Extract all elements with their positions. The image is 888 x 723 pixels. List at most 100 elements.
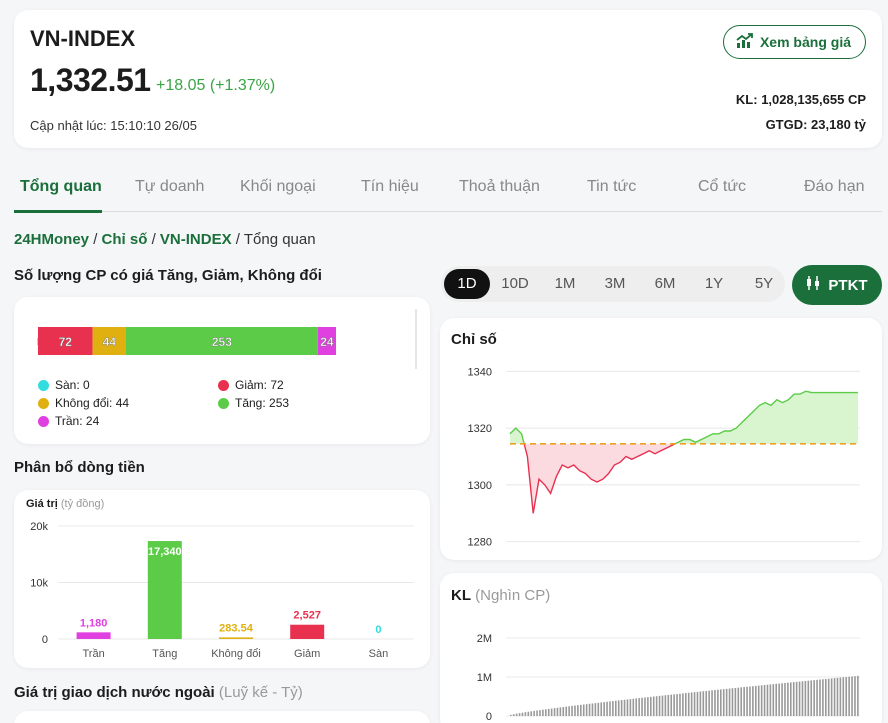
volume-bar <box>857 675 859 716</box>
volume-bar <box>644 697 646 716</box>
range-5y[interactable]: 5Y <box>741 275 787 292</box>
tab-khoi-ngoai[interactable]: Khối ngoại <box>240 178 316 196</box>
legend-giam-label: Giảm: 72 <box>235 378 284 392</box>
volume-bar <box>545 709 547 716</box>
view-price-board-button[interactable]: Xem bảng giá <box>722 25 866 59</box>
flow-bar <box>219 637 253 639</box>
volume-bar <box>725 688 728 716</box>
volume-bar <box>664 695 667 716</box>
x-tick-label: Không đổi <box>211 648 261 660</box>
technical-analysis-label: PTKT <box>828 276 868 294</box>
volume-bar <box>652 696 655 716</box>
x-tick-label: Tăng <box>152 648 177 660</box>
volume-bar <box>822 679 824 716</box>
volume-bar <box>606 701 608 716</box>
last-updated: Cập nhật lúc: 15:10:10 26/05 <box>30 118 197 133</box>
index-chart-card: Chỉ số 1280 1300 1320 1340 <box>440 318 882 560</box>
y-tick-label: 10k <box>30 578 48 590</box>
tab-dao-han[interactable]: Đáo hạn <box>804 178 865 196</box>
breadcrumb-separator: / <box>235 231 240 248</box>
volume-bar <box>830 678 833 716</box>
breadcrumb-section[interactable]: Chỉ số <box>102 231 148 248</box>
breadcrumb-home[interactable]: 24HMoney <box>14 231 89 248</box>
volume-bar <box>515 713 518 716</box>
volume-bar <box>580 704 582 716</box>
volume-bar <box>728 688 731 716</box>
volume-bar <box>813 680 815 716</box>
range-1y[interactable]: 1Y <box>691 275 737 292</box>
tab-co-tuc[interactable]: Cổ tức <box>698 178 746 196</box>
time-range-selector: 1D 10D 1M 3M 6M 1Y 5Y <box>441 266 785 302</box>
volume-bar <box>641 697 643 716</box>
tab-tin-hieu[interactable]: Tín hiệu <box>361 178 419 196</box>
volume-bar <box>603 702 605 716</box>
volume-bar <box>553 708 556 716</box>
flow-value-label: 17,340 <box>148 546 182 558</box>
volume-bar <box>568 706 570 716</box>
volume-bar <box>807 680 810 716</box>
volume-bar <box>790 682 792 716</box>
legend-tran: Trần: 24 <box>38 414 99 428</box>
volume-bar <box>565 706 568 716</box>
volume-bar <box>775 683 778 716</box>
volume-bar <box>556 707 559 716</box>
y-tick-label: 0 <box>486 711 492 723</box>
breadcrumb-index[interactable]: VN-INDEX <box>160 231 232 248</box>
view-price-board-label: Xem bảng giá <box>759 34 851 50</box>
tab-tong-quan[interactable]: Tổng quan <box>20 178 102 196</box>
volume-total: KL: 1,028,135,655 CP <box>735 92 866 107</box>
tab-thoa-thuan[interactable]: Thoả thuận <box>459 178 540 196</box>
money-flow-title: Phân bổ dòng tiền <box>14 459 145 476</box>
volume-bar <box>760 685 763 716</box>
stock-count-card: 0724425324 Sàn: 0 Giảm: 72 Không đổi: 44… <box>14 297 430 444</box>
volume-bar <box>632 698 635 716</box>
tab-tu-doanh[interactable]: Tự doanh <box>135 178 204 196</box>
up-dot <box>218 397 229 409</box>
volume-bar <box>699 691 702 716</box>
breadcrumb-separator: / <box>93 231 98 248</box>
volume-bar <box>658 695 661 716</box>
volume-bar <box>591 703 594 716</box>
segment-label-tang: 253 <box>212 335 232 349</box>
candlestick-icon <box>806 276 822 294</box>
volume-bar <box>512 714 515 716</box>
y-tick-label: 1280 <box>468 537 492 549</box>
range-1m[interactable]: 1M <box>542 275 588 292</box>
money-flow-chart: 0 10k 20k 1,180 Trần 17,340 Tăng 283.54 Không đổ… <box>30 521 414 660</box>
volume-bar <box>836 677 839 716</box>
breadcrumb: 24HMoney / Chỉ số / VN-INDEX / Tổng quan <box>14 231 316 248</box>
y-tick-label: 1340 <box>468 366 492 378</box>
volume-bar <box>524 712 527 716</box>
y-tick-label: 0 <box>42 634 48 646</box>
range-10d[interactable]: 10D <box>492 275 538 292</box>
volume-bar <box>737 687 740 716</box>
volume-bar <box>708 690 710 716</box>
volume-bar <box>679 693 681 716</box>
breadcrumb-separator: / <box>151 231 156 248</box>
volume-bar <box>574 705 576 716</box>
ceiling-dot <box>38 415 49 427</box>
range-3m[interactable]: 3M <box>592 275 638 292</box>
volume-bar <box>629 699 632 716</box>
volume-bar <box>787 682 789 716</box>
volume-bar <box>635 698 638 716</box>
volume-chart-card: KL (Nghìn CP) 0 1M 2M <box>440 573 882 723</box>
volume-bar <box>769 684 772 716</box>
volume-bar <box>667 694 670 716</box>
index-change: +18.05 (+1.37%) <box>156 77 276 94</box>
segment-label-giam: 72 <box>59 335 73 349</box>
volume-bar <box>734 687 737 716</box>
volume-bar <box>521 712 524 716</box>
technical-analysis-button[interactable]: PTKT <box>792 265 882 305</box>
chart-up-icon <box>736 32 754 52</box>
volume-bar <box>615 700 617 716</box>
range-1d[interactable]: 1D <box>444 269 490 299</box>
volume-bar <box>717 689 719 716</box>
y-tick-label: 1300 <box>468 480 492 492</box>
tab-tin-tuc[interactable]: Tin tức <box>587 178 636 196</box>
volume-bar <box>755 685 757 716</box>
value-total: GTGD: 23,180 tỷ <box>765 117 866 132</box>
y-tick-label: 1M <box>477 672 492 684</box>
range-6m[interactable]: 6M <box>642 275 688 292</box>
volume-bar <box>597 702 600 716</box>
